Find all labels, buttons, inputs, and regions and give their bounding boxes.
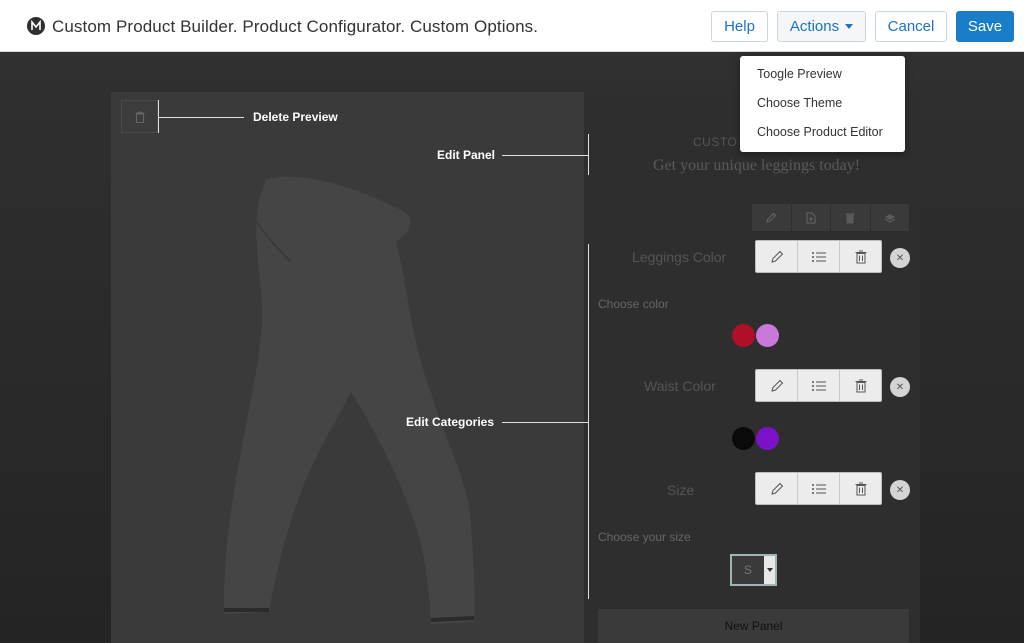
category-label: Size [667,482,695,498]
callout-line [502,155,588,156]
delete-preview-button[interactable] [121,100,158,133]
callout-line [588,134,589,175]
actions-dropdown: Toogle Preview Choose Theme Choose Produ… [740,56,905,152]
trash-icon [855,250,866,263]
category-prompt: Choose color [598,297,669,311]
logo-icon [27,17,45,35]
leggings-image [223,176,475,624]
category-prompt: Choose your size [598,530,691,544]
list-options-button[interactable] [798,473,840,504]
page-title: Custom Product Builder. Product Configur… [52,17,539,36]
callout-edit-panel: Edit Panel [437,148,496,162]
trash-icon [845,213,855,223]
product-preview [111,92,584,643]
caret-down-icon [764,556,775,584]
list-icon [811,251,826,262]
close-icon[interactable]: ✕ [890,377,910,397]
color-swatch-black[interactable] [732,427,755,450]
size-value: S [743,563,752,577]
app-header: Custom Product Builder. Product Configur… [0,0,1024,52]
add-panel-button[interactable] [792,204,831,231]
close-icon[interactable]: ✕ [890,480,910,500]
save-button[interactable]: Save [956,11,1014,42]
layers-icon [884,213,896,223]
edit-panel-button[interactable] [752,204,792,231]
color-swatch-lilac[interactable] [756,324,779,347]
list-icon [811,380,826,391]
category-toolgroup [755,472,882,505]
trash-icon [135,111,144,123]
file-icon [806,212,816,223]
category-label: Leggings Color [632,249,727,265]
callout-line [502,422,588,423]
pencil-icon [770,379,783,392]
callout-line [588,244,589,599]
help-button[interactable]: Help [711,11,768,42]
callout-edit-categories: Edit Categories [406,415,495,429]
delete-panel-button[interactable] [831,204,871,231]
color-swatch-red[interactable] [732,324,755,347]
edit-category-button[interactable] [756,473,798,504]
menu-item-choose-theme[interactable]: Choose Theme [740,91,905,120]
pencil-icon [770,250,783,263]
category-toolgroup [755,369,882,402]
category-label: Waist Color [644,378,716,394]
trash-icon [855,482,866,495]
delete-category-button[interactable] [840,241,881,272]
close-icon[interactable]: ✕ [890,248,910,268]
pencil-icon [770,482,783,495]
list-icon [811,483,826,494]
list-options-button[interactable] [798,241,840,272]
menu-item-choose-product-editor[interactable]: Choose Product Editor [740,120,905,149]
panel-title: CUSTO [693,135,738,149]
panel-toolbar [752,204,909,231]
edit-category-button[interactable] [756,241,798,272]
color-swatch-purple[interactable] [756,427,779,450]
cancel-button[interactable]: Cancel [875,11,947,42]
callout-delete-preview: Delete Preview [253,110,338,124]
actions-label: Actions [789,18,840,35]
list-options-button[interactable] [798,370,840,401]
callout-line [158,117,244,118]
new-panel-button[interactable]: New Panel [598,609,909,643]
trash-icon [855,379,866,392]
layers-button[interactable] [871,204,910,231]
panel-subtitle: Get your unique leggings today! [653,157,861,174]
pencil-icon [766,212,777,223]
category-toolgroup [755,240,882,273]
size-select[interactable]: S [730,554,777,586]
caret-down-icon [845,24,854,29]
actions-button[interactable]: Actions [777,11,866,42]
delete-category-button[interactable] [840,473,881,504]
menu-item-toggle-preview[interactable]: Toogle Preview [740,62,905,91]
edit-category-button[interactable] [756,370,798,401]
delete-category-button[interactable] [840,370,881,401]
